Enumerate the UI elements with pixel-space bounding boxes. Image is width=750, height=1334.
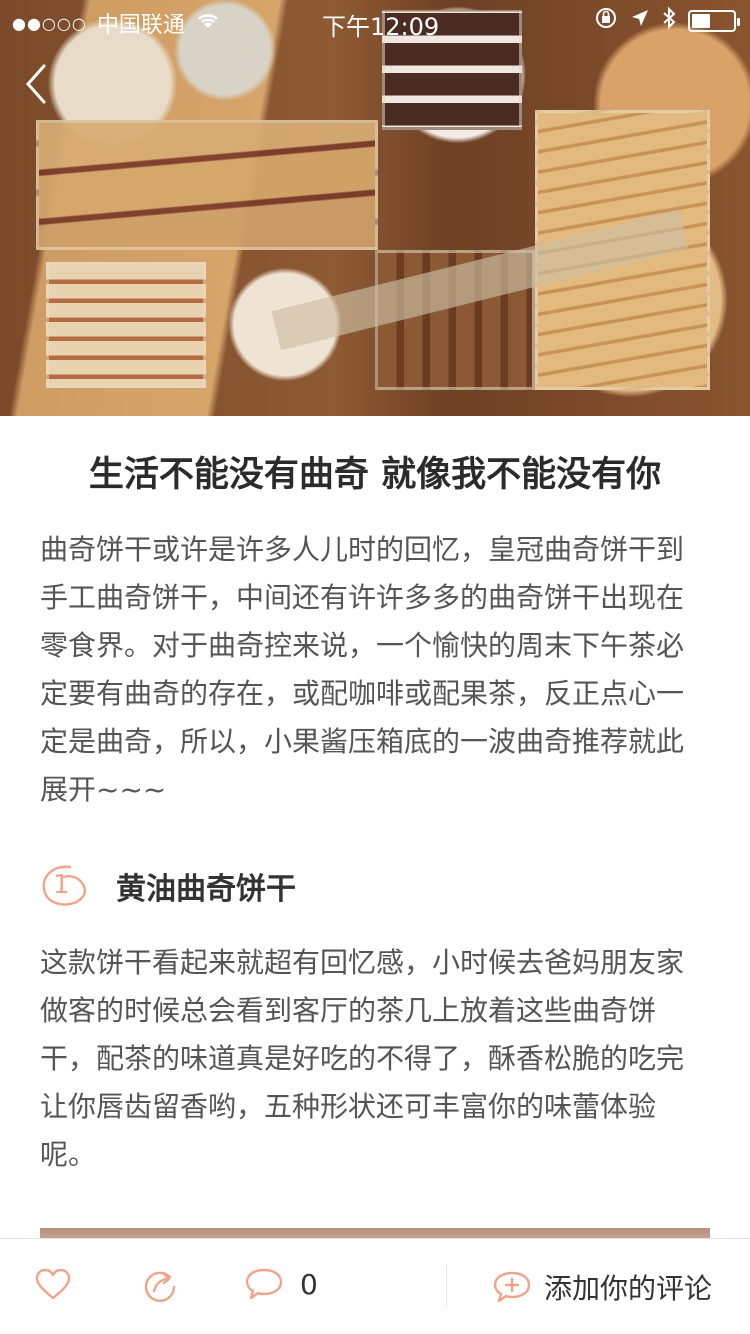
toolbar-divider — [446, 1265, 447, 1307]
section-number-badge: 1 — [40, 863, 90, 909]
battery-icon — [688, 10, 740, 32]
back-button[interactable] — [20, 62, 50, 106]
battery-level — [692, 14, 710, 28]
article-intro: 曲奇饼干或许是许多人儿时的回忆，皇冠曲奇饼干到手工曲奇饼干，中间还有许许多多的曲… — [40, 533, 685, 806]
wifi-icon — [195, 10, 221, 36]
rotation-lock-icon — [594, 6, 618, 36]
section-heading: 1 黄油曲奇饼干 — [40, 860, 296, 912]
bluetooth-icon — [662, 6, 676, 36]
section-body: 这款饼干看起来就超有回忆感，小时候去爸妈朋友家做客的时候总会看到客厅的茶几上放着… — [40, 946, 685, 1171]
location-arrow-icon — [630, 8, 650, 34]
share-button[interactable] — [142, 1267, 178, 1303]
heart-icon — [35, 1268, 71, 1300]
carrier-name: 中国联通 — [96, 13, 185, 38]
bottom-toolbar: 0 添加你的评论 — [0, 1238, 750, 1334]
article-title: 生活不能没有曲奇 就像我不能没有你 — [88, 455, 662, 495]
signal-strength-icon: ●●○○○ — [12, 13, 87, 33]
add-comment-button[interactable]: 添加你的评论 — [492, 1267, 712, 1307]
comment-button[interactable]: 0 — [244, 1267, 318, 1301]
like-button[interactable] — [34, 1267, 72, 1301]
section-title: 黄油曲奇饼干 — [116, 872, 296, 907]
add-comment-label: 添加你的评论 — [544, 1272, 713, 1305]
status-bar: ●●○○○ 中国联通 下午12:09 — [0, 0, 750, 41]
add-comment-icon — [493, 1271, 531, 1303]
comment-count: 0 — [300, 1267, 318, 1301]
clock: 下午12:09 — [322, 13, 440, 41]
hero-image — [0, 0, 750, 416]
speech-bubble-icon — [245, 1268, 283, 1300]
chevron-left-icon — [25, 64, 46, 104]
section-number: 1 — [53, 870, 70, 900]
share-icon — [144, 1271, 176, 1302]
